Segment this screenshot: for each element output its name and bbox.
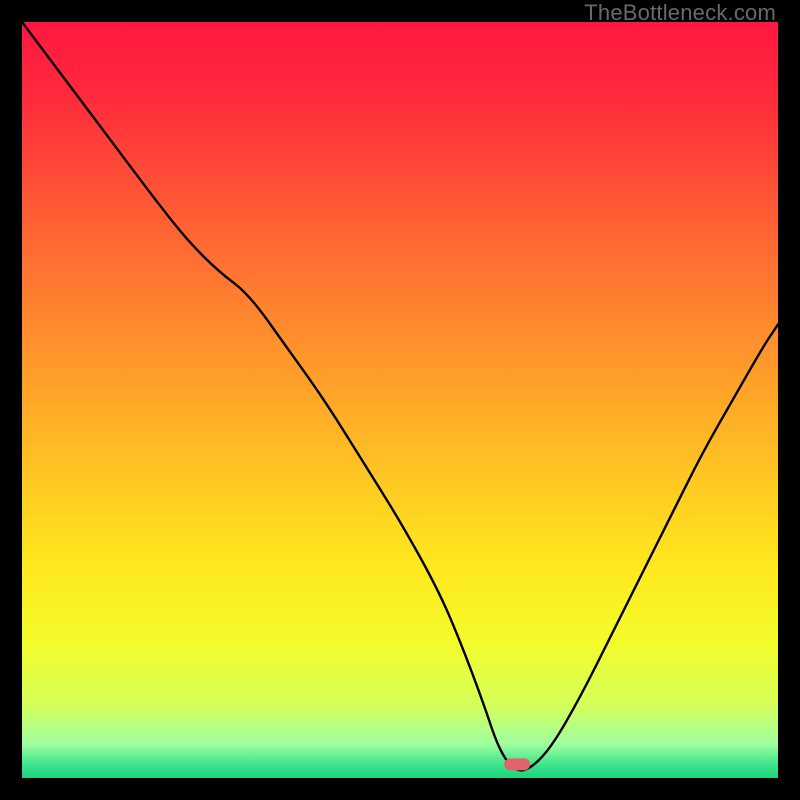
chart-background-gradient <box>22 22 778 778</box>
chart-frame <box>22 22 778 778</box>
watermark-text: TheBottleneck.com <box>584 0 776 26</box>
chart-svg <box>22 22 778 778</box>
optimum-marker <box>504 758 530 770</box>
